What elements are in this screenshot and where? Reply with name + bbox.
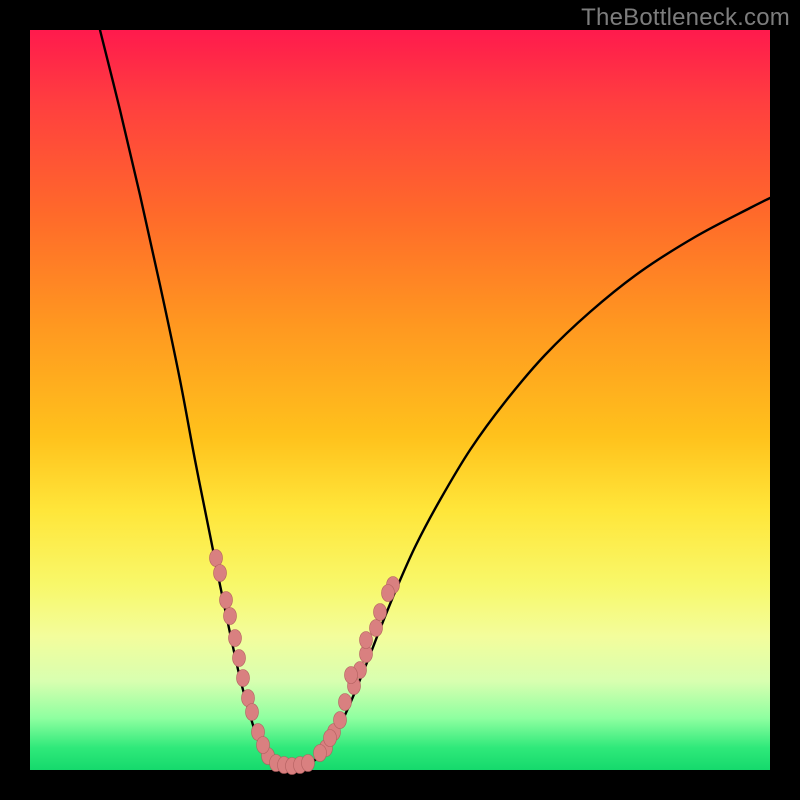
sample-dot — [220, 592, 233, 609]
sample-dot — [237, 670, 250, 687]
sample-dot — [229, 630, 242, 647]
sample-dots — [210, 550, 400, 775]
sample-dot — [210, 550, 223, 567]
sample-dot — [224, 608, 237, 625]
sample-dot — [246, 704, 259, 721]
sample-dot — [257, 737, 270, 754]
sample-dot — [334, 712, 347, 729]
sample-dot — [374, 604, 387, 621]
sample-dot — [302, 755, 315, 772]
chart-frame: TheBottleneck.com — [0, 0, 800, 800]
sample-dot — [214, 565, 227, 582]
curve-layer — [30, 30, 770, 770]
watermark-text: TheBottleneck.com — [581, 4, 790, 32]
bottleneck-curve — [100, 30, 770, 766]
sample-dot — [233, 650, 246, 667]
sample-dot — [314, 745, 327, 762]
sample-dot — [370, 620, 383, 637]
plot-area — [30, 30, 770, 770]
sample-dot — [339, 694, 352, 711]
sample-dot — [345, 667, 358, 684]
sample-dot — [324, 730, 337, 747]
sample-dot — [382, 585, 395, 602]
sample-dot — [360, 632, 373, 649]
